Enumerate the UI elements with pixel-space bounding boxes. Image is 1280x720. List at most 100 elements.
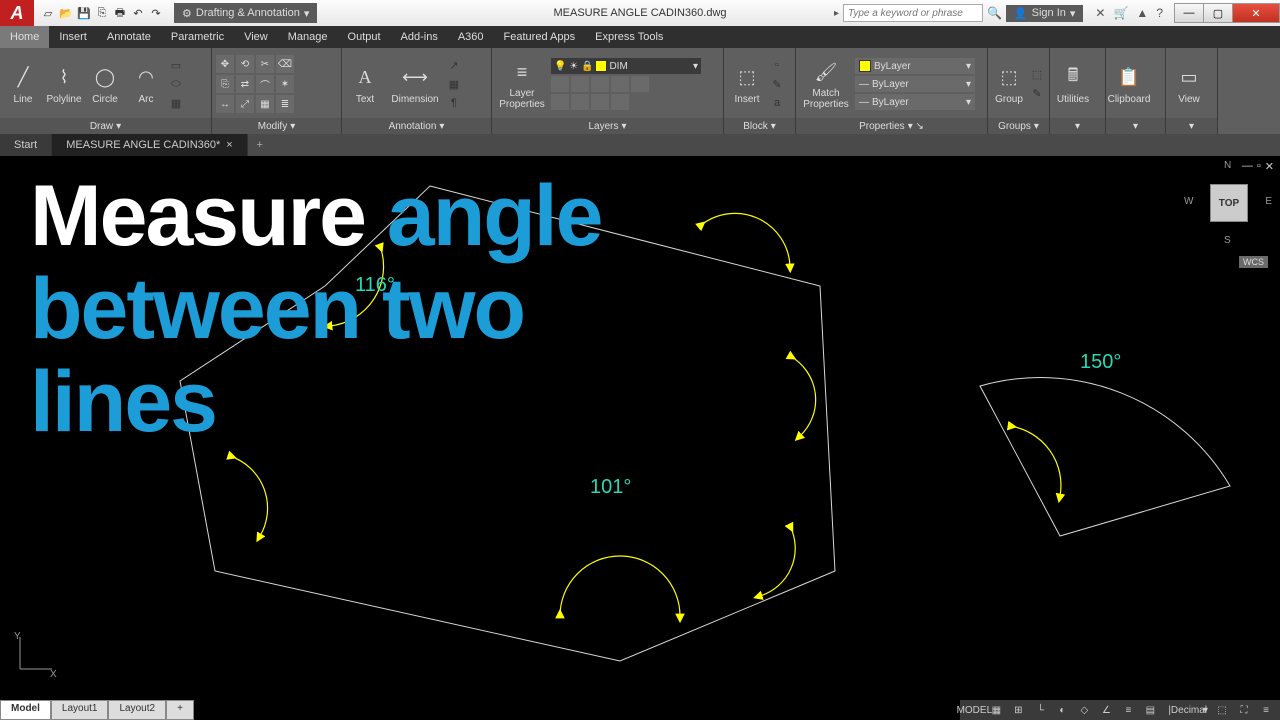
tab-layout2[interactable]: Layout2 (108, 700, 166, 720)
scale-icon[interactable]: ⤢ (236, 95, 254, 113)
tab-a360[interactable]: A360 (448, 26, 494, 48)
doctab-start[interactable]: Start (0, 134, 52, 156)
panel-block[interactable]: Block ▾ (724, 118, 795, 134)
tab-insert[interactable]: Insert (49, 26, 97, 48)
new-icon[interactable]: ▱ (40, 5, 56, 21)
utilities-button[interactable]: 🖩Utilities (1054, 64, 1092, 105)
fullscreen-icon[interactable]: ⛶ (1236, 702, 1252, 718)
group-button[interactable]: ⬚Group (992, 64, 1026, 105)
panel-groups[interactable]: Groups ▾ (988, 118, 1049, 134)
hatch-icon[interactable]: ▦ (168, 95, 184, 111)
wcs-badge[interactable]: WCS (1239, 256, 1268, 268)
maximize-button[interactable]: ▢ (1203, 3, 1233, 23)
units-label[interactable]: Decimal (1181, 702, 1197, 718)
panel-clipboard[interactable]: ▾ (1106, 118, 1165, 134)
snap-icon[interactable]: ⊞ (1010, 702, 1026, 718)
tab-express[interactable]: Express Tools (585, 26, 673, 48)
tab-featured[interactable]: Featured Apps (494, 26, 586, 48)
attr-icon[interactable]: a (769, 95, 785, 111)
search-input[interactable] (843, 4, 983, 22)
explode-icon[interactable]: ✶ (276, 75, 294, 93)
layer-btn8[interactable] (591, 94, 609, 110)
layer-btn4[interactable] (611, 76, 629, 92)
panel-properties[interactable]: Properties ▾ ↘ (796, 118, 987, 134)
app-logo[interactable]: A (0, 0, 34, 26)
panel-draw[interactable]: Draw ▾ (0, 118, 211, 134)
exchange-icon[interactable]: ✕ (1095, 6, 1105, 20)
close-button[interactable]: ✕ (1232, 3, 1280, 23)
tab-parametric[interactable]: Parametric (161, 26, 234, 48)
polyline-tool[interactable]: ⌇Polyline (45, 64, 83, 105)
clipboard-button[interactable]: 📋Clipboard (1110, 64, 1148, 105)
stretch-icon[interactable]: ↔ (216, 95, 234, 113)
cart-icon[interactable]: 🛒 (1113, 6, 1128, 20)
rotate-icon[interactable]: ⟲ (236, 55, 254, 73)
save-icon[interactable]: 💾 (76, 5, 92, 21)
panel-layers[interactable]: Layers ▾ (492, 118, 723, 134)
erase-icon[interactable]: ⌫ (276, 55, 294, 73)
mtext-icon[interactable]: ¶ (446, 95, 462, 111)
status-model[interactable]: MODEL (966, 702, 982, 718)
panel-view[interactable]: ▾ (1166, 118, 1217, 134)
layer-btn2[interactable] (571, 76, 589, 92)
layer-btn6[interactable] (551, 94, 569, 110)
line-tool[interactable]: ╱Line (4, 64, 42, 105)
cloud-icon[interactable]: ▲ (1136, 6, 1148, 20)
rectangle-icon[interactable]: ▭ (168, 57, 184, 73)
tab-output[interactable]: Output (338, 26, 391, 48)
print-icon[interactable]: 🖶 (112, 5, 128, 21)
trim-icon[interactable]: ✂ (256, 55, 274, 73)
panel-utilities[interactable]: ▾ (1050, 118, 1105, 134)
tab-annotate[interactable]: Annotate (97, 26, 161, 48)
close-tab-icon[interactable]: × (226, 139, 232, 151)
undo-icon[interactable]: ↶ (130, 5, 146, 21)
transparency-icon[interactable]: ▤ (1142, 702, 1158, 718)
ortho-icon[interactable]: └ (1032, 702, 1048, 718)
add-tab-button[interactable]: + (248, 134, 272, 156)
table-icon[interactable]: ▦ (446, 76, 462, 92)
grid-icon[interactable]: ▦ (988, 702, 1004, 718)
create-block-icon[interactable]: ▫ (769, 57, 785, 73)
tab-layout1[interactable]: Layout1 (51, 700, 109, 720)
search-dropdown-icon[interactable]: ▸ (834, 8, 839, 19)
circle-tool[interactable]: ◯Circle (86, 64, 124, 105)
ellipse-icon[interactable]: ⬭ (168, 76, 184, 92)
viewcube[interactable]: N S E W TOP (1190, 164, 1268, 242)
text-tool[interactable]: AText (346, 64, 384, 105)
linetype-dropdown[interactable]: — ByLayer▾ (855, 94, 975, 110)
dimension-tool[interactable]: ⟷Dimension (387, 64, 443, 105)
panel-annotation[interactable]: Annotation ▾ (342, 118, 491, 134)
tab-addins[interactable]: Add-ins (391, 26, 448, 48)
match-properties-button[interactable]: 🖌Match Properties (800, 58, 852, 110)
view-button[interactable]: ▭View (1170, 64, 1208, 105)
search-icon[interactable]: 🔍 (987, 6, 1002, 20)
ungroup-icon[interactable]: ⬚ (1029, 67, 1045, 83)
qprops-icon[interactable]: ⬚ (1214, 702, 1230, 718)
layer-btn3[interactable] (591, 76, 609, 92)
osnap-icon[interactable]: ◇ (1076, 702, 1092, 718)
saveas-icon[interactable]: ⎘ (94, 5, 110, 21)
edit-block-icon[interactable]: ✎ (769, 76, 785, 92)
panel-modify[interactable]: Modify ▾ (212, 118, 341, 134)
layer-btn5[interactable] (631, 76, 649, 92)
minimize-button[interactable]: — (1174, 3, 1204, 23)
workspace-dropdown[interactable]: ⚙ Drafting & Annotation ▾ (174, 3, 317, 23)
offset-icon[interactable]: ≣ (276, 95, 294, 113)
insert-block-button[interactable]: ⬚Insert (728, 64, 766, 105)
customize-icon[interactable]: ≡ (1258, 702, 1274, 718)
signin-button[interactable]: 👤 Sign In ▾ (1006, 5, 1083, 22)
tab-view[interactable]: View (234, 26, 278, 48)
doctab-active[interactable]: MEASURE ANGLE CADIN360*× (52, 134, 248, 156)
layer-properties-button[interactable]: ≡Layer Properties (496, 58, 548, 110)
move-icon[interactable]: ✥ (216, 55, 234, 73)
layer-btn7[interactable] (571, 94, 589, 110)
tab-manage[interactable]: Manage (278, 26, 338, 48)
copy-icon[interactable]: ⎘ (216, 75, 234, 93)
redo-icon[interactable]: ↷ (148, 5, 164, 21)
mirror-icon[interactable]: ⇄ (236, 75, 254, 93)
arc-tool[interactable]: ◠Arc (127, 64, 165, 105)
lineweight-dropdown[interactable]: — ByLayer▾ (855, 76, 975, 92)
viewcube-top[interactable]: TOP (1210, 184, 1248, 222)
otrack-icon[interactable]: ∠ (1098, 702, 1114, 718)
layer-btn1[interactable] (551, 76, 569, 92)
